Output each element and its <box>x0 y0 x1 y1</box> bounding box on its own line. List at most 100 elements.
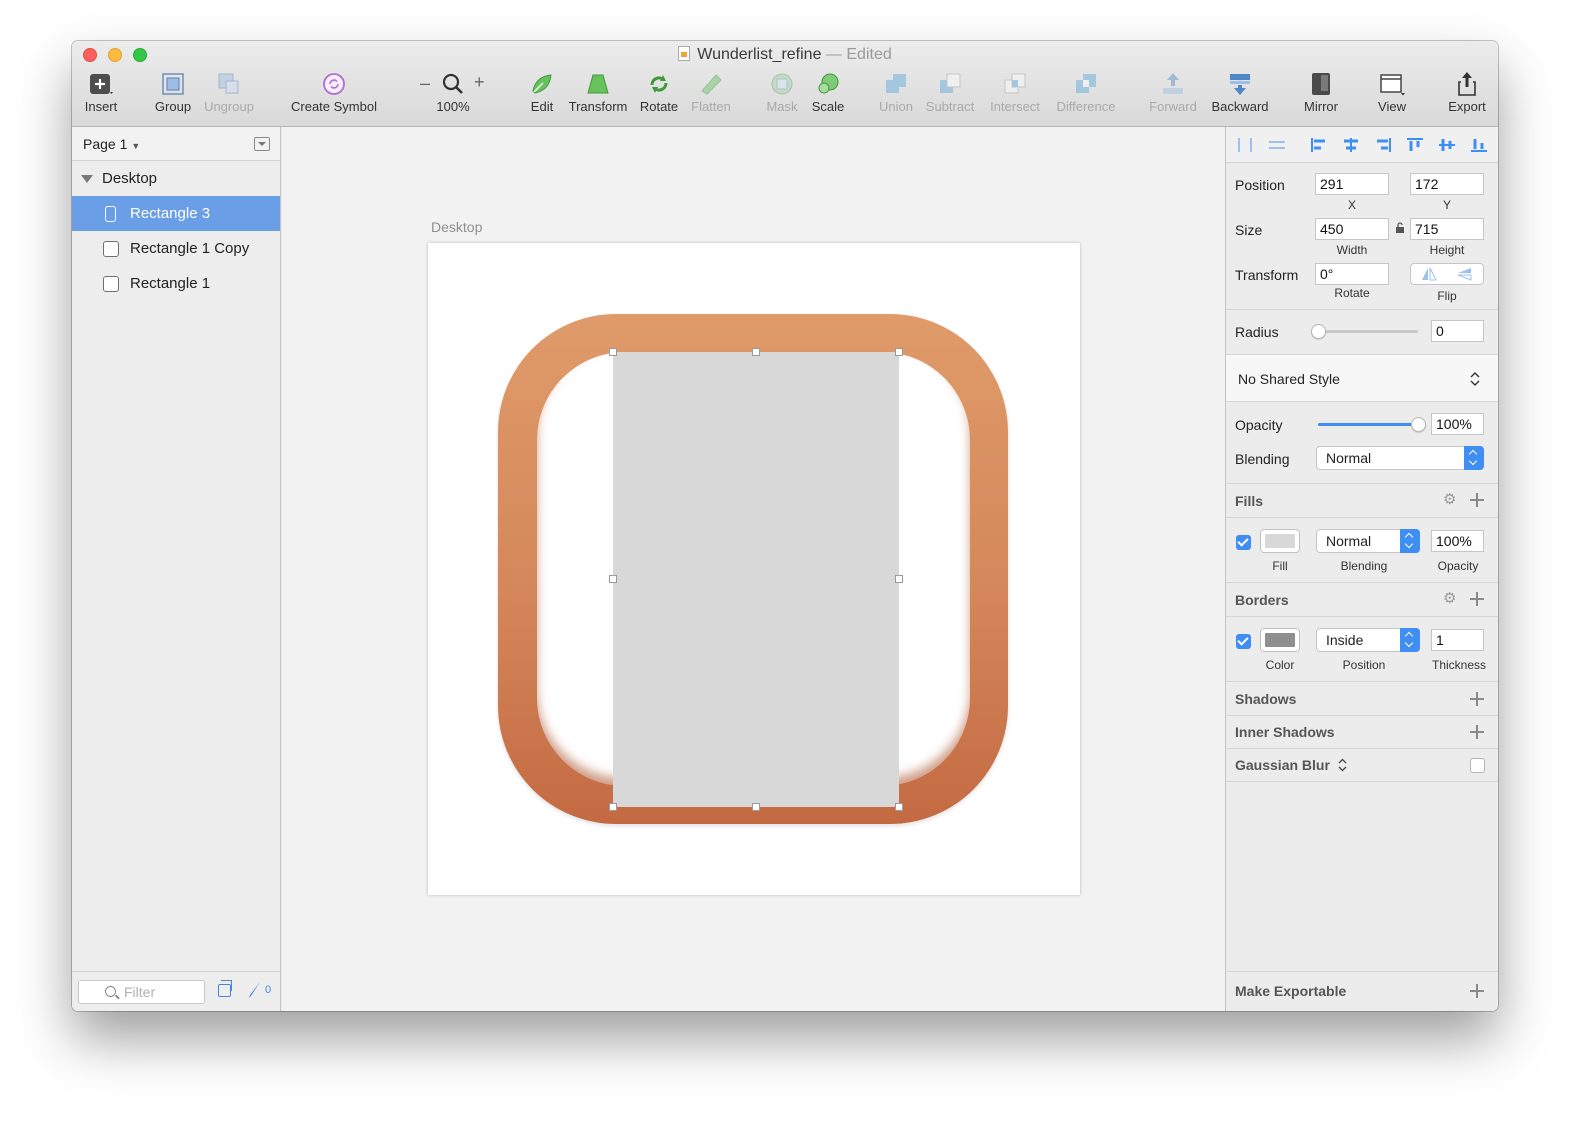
artboard-title[interactable]: Desktop <box>431 219 482 235</box>
borders-gear-icon[interactable]: ⚙ <box>1443 591 1457 606</box>
artboard-desktop[interactable] <box>428 243 1080 895</box>
difference-button[interactable]: Difference <box>1052 71 1120 123</box>
make-exportable-title: Make Exportable <box>1235 983 1347 999</box>
border-position-select[interactable]: Inside <box>1316 628 1420 652</box>
slice-knife-icon[interactable] <box>248 981 262 999</box>
layer-rectangle-1-copy[interactable]: Rectangle 1 Copy <box>72 231 280 266</box>
fill-color-well[interactable] <box>1260 529 1300 553</box>
fill-enabled-checkbox[interactable] <box>1236 535 1251 550</box>
layer-rectangle-1[interactable]: Rectangle 1 <box>72 266 280 301</box>
union-button[interactable]: Union <box>876 71 916 123</box>
symbols-filter-icon[interactable] <box>218 980 232 997</box>
border-color-well[interactable] <box>1260 628 1300 652</box>
align-right-icon[interactable] <box>1374 137 1392 153</box>
layer-artboard-desktop[interactable]: Desktop <box>72 161 280 196</box>
make-exportable-plus-icon[interactable] <box>1470 984 1484 998</box>
opacity-field[interactable]: 100% <box>1431 413 1484 435</box>
resize-handle-top-left[interactable] <box>609 348 617 356</box>
intersect-label: Intersect <box>990 99 1040 114</box>
align-top-icon[interactable] <box>1406 137 1424 153</box>
rotate-button[interactable]: Rotate <box>638 71 680 123</box>
opacity-slider-knob[interactable] <box>1411 417 1426 432</box>
resize-handle-top-right[interactable] <box>895 348 903 356</box>
mask-button[interactable]: Mask <box>764 71 800 123</box>
blending-value: Normal <box>1326 450 1372 466</box>
page-selector[interactable]: Page 1 ▼ <box>83 136 140 152</box>
border-color-swatch <box>1265 633 1295 647</box>
height-field[interactable]: 715 <box>1410 218 1484 240</box>
filter-input[interactable]: Filter <box>78 980 205 1004</box>
resize-handle-right[interactable] <box>895 575 903 583</box>
selected-rectangle-3[interactable] <box>613 352 899 807</box>
ungroup-button[interactable]: Ungroup <box>201 71 257 123</box>
border-thickness-field[interactable]: 1 <box>1431 629 1484 651</box>
fill-blending-select[interactable]: Normal <box>1316 529 1420 553</box>
group-button[interactable]: Group <box>152 71 194 123</box>
document-name: Wunderlist_refine <box>697 46 822 63</box>
filter-placeholder: Filter <box>124 984 156 1000</box>
create-symbol-button[interactable]: Create Symbol <box>286 71 382 123</box>
fills-gear-icon[interactable]: ⚙ <box>1443 492 1457 507</box>
position-label: Position <box>1235 177 1285 193</box>
resize-handle-top[interactable] <box>752 348 760 356</box>
flip-vertical-icon[interactable] <box>1457 267 1473 281</box>
collapse-pages-icon[interactable] <box>254 137 270 151</box>
canvas[interactable]: Desktop <box>282 127 1225 1011</box>
position-x-field[interactable]: 291 <box>1315 173 1389 195</box>
align-left-icon[interactable] <box>1310 137 1328 153</box>
distribute-horizontal-icon[interactable] <box>1236 137 1254 153</box>
forward-button[interactable]: Forward <box>1146 71 1200 123</box>
lock-proportions-icon[interactable] <box>1395 222 1405 234</box>
flip-horizontal-icon[interactable] <box>1421 267 1437 281</box>
chevron-down-icon: ▼ <box>131 141 141 151</box>
resize-handle-bottom[interactable] <box>752 803 760 811</box>
layer-rectangle-3[interactable]: Rectangle 3 <box>72 196 280 231</box>
resize-handle-bottom-left[interactable] <box>609 803 617 811</box>
blending-select[interactable]: Normal <box>1316 446 1484 470</box>
rotate-field[interactable]: 0° <box>1315 263 1389 285</box>
blur-enabled-checkbox[interactable] <box>1470 758 1485 773</box>
add-shadow-plus-icon[interactable] <box>1470 692 1484 706</box>
zoom-out-button[interactable]: – <box>420 73 430 94</box>
radius-slider-knob[interactable] <box>1311 324 1326 339</box>
scale-button[interactable]: Scale <box>810 71 846 123</box>
shared-style-selector[interactable]: No Shared Style <box>1226 354 1498 402</box>
fill-opacity-sublabel: Opacity <box>1437 559 1479 573</box>
backward-button[interactable]: Backward <box>1208 71 1272 123</box>
view-layout-icon <box>1379 71 1405 97</box>
resize-handle-bottom-right[interactable] <box>895 803 903 811</box>
transform-button[interactable]: Transform <box>568 71 628 123</box>
group-icon <box>160 71 186 97</box>
edit-button[interactable]: Edit <box>526 71 558 123</box>
add-fill-plus-icon[interactable] <box>1470 493 1484 507</box>
fill-opacity-field[interactable]: 100% <box>1431 530 1484 552</box>
subtract-button[interactable]: Subtract <box>922 71 978 123</box>
intersect-button[interactable]: Intersect <box>986 71 1044 123</box>
flatten-button[interactable]: Flatten <box>688 71 734 123</box>
width-field[interactable]: 450 <box>1315 218 1389 240</box>
radius-slider[interactable] <box>1311 324 1418 339</box>
border-enabled-checkbox[interactable] <box>1236 634 1251 649</box>
zoom-in-button[interactable]: + <box>474 72 485 93</box>
difference-label: Difference <box>1056 99 1116 114</box>
opacity-slider[interactable] <box>1318 417 1426 432</box>
edited-status: Edited <box>846 46 892 63</box>
blur-type-selector[interactable]: Gaussian Blur <box>1235 757 1347 773</box>
add-border-plus-icon[interactable] <box>1470 592 1484 606</box>
rotate-icon <box>646 71 672 97</box>
view-button[interactable]: View <box>1372 71 1412 123</box>
align-bottom-icon[interactable] <box>1470 137 1488 153</box>
align-middle-vertical-icon[interactable] <box>1438 137 1456 153</box>
mirror-button[interactable]: Mirror <box>1300 71 1342 123</box>
export-button[interactable]: Export <box>1446 71 1488 123</box>
distribute-vertical-icon[interactable] <box>1268 137 1286 153</box>
resize-handle-left[interactable] <box>609 575 617 583</box>
difference-icon <box>1073 71 1099 97</box>
align-center-horizontal-icon[interactable] <box>1342 137 1360 153</box>
layer-label: Rectangle 1 <box>130 275 211 292</box>
add-inner-shadow-plus-icon[interactable] <box>1470 725 1484 739</box>
disclosure-triangle-icon[interactable] <box>81 175 93 183</box>
insert-button[interactable]: Insert <box>82 71 120 123</box>
position-y-field[interactable]: 172 <box>1410 173 1484 195</box>
radius-field[interactable]: 0 <box>1431 320 1484 342</box>
